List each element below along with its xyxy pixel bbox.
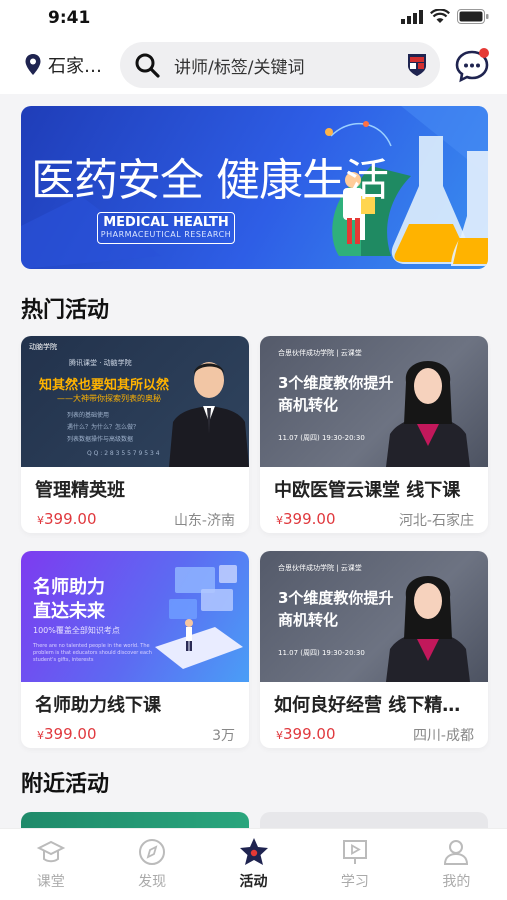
activity-card[interactable]: 合思伙伴成功学院 | 云课堂 3个维度教你提升 商机转化 11.07 (周四) … — [260, 551, 488, 748]
tab-classroom[interactable]: 课堂 — [0, 829, 101, 900]
activity-card[interactable]: 合思伙伴成功学院 | 云课堂 3个维度教你提升 商机转化 11.07 (周四) … — [260, 336, 488, 533]
promo-banner[interactable]: 医药安全 健康生活 MEDICAL HEALTH PHARMACEUTICAL … — [21, 106, 488, 269]
card-image-headline: 知其然也要知其所以然 — [39, 378, 170, 393]
card-image-item: 列表数据操作与高级数据 — [67, 436, 134, 443]
card-image-headline: 3个维度教你提升 — [278, 589, 394, 607]
card-image-subline: 商机转化 — [278, 611, 339, 629]
tab-activity[interactable]: 活动 — [203, 829, 304, 900]
card-location: 四川-成都 — [412, 728, 474, 744]
bottom-tab-bar: 课堂 发现 活动 学习 我的 — [0, 828, 507, 900]
tab-label: 活动 — [239, 874, 268, 890]
top-bar: 石家… 讲师/标签/关键词 — [0, 36, 507, 94]
banner-english-label: MEDICAL HEALTH PHARMACEUTICAL RESEARCH — [97, 212, 235, 244]
tab-label: 我的 — [442, 874, 471, 890]
card-location: 河北-石家庄 — [398, 513, 474, 529]
card-price: ¥399.00 — [37, 725, 97, 743]
location-pin-icon — [25, 54, 41, 75]
tab-profile[interactable]: 我的 — [406, 829, 507, 900]
card-image-quote: There are no talented people in the worl… — [33, 643, 152, 663]
play-board-icon — [342, 840, 367, 864]
section-title-nearby: 附近活动 — [21, 772, 110, 797]
banner-en-title: MEDICAL HEALTH — [103, 215, 229, 230]
tab-study[interactable]: 学习 — [304, 829, 405, 900]
card-title: 中欧医管云课堂 线下课 — [274, 480, 461, 501]
message-icon[interactable] — [453, 46, 491, 84]
battery-icon — [457, 9, 489, 24]
card-image-brand: 合思伙伴成功学院 | 云课堂 — [278, 564, 362, 572]
card-title: 名师助力线下课 — [35, 695, 161, 716]
search-input[interactable]: 讲师/标签/关键词 — [120, 42, 440, 88]
card-image: 动脑学院 腾讯课堂 · 动脑学院 知其然也要知其所以然 ——大神带你探索列表的奥… — [21, 336, 249, 467]
graduation-cap-icon — [36, 840, 65, 863]
lecturer-photo — [169, 362, 249, 467]
card-image-line: 腾讯课堂 · 动脑学院 — [69, 359, 132, 367]
wifi-icon — [430, 9, 450, 23]
shield-badge-icon[interactable] — [406, 52, 428, 78]
search-placeholder: 讲师/标签/关键词 — [174, 57, 305, 78]
card-image: 名师助力 直达未来 100%覆盖全部知识考点 There are no tale… — [21, 551, 249, 682]
lecturer-photo — [386, 361, 470, 467]
screens-illustration — [155, 565, 243, 669]
star-icon — [239, 838, 268, 865]
card-image-brand: 动脑学院 — [29, 343, 57, 351]
card-image-subline: ——大神带你探索列表的奥秘 — [57, 394, 161, 403]
user-icon — [444, 840, 469, 865]
activity-card[interactable]: 动脑学院 腾讯课堂 · 动脑学院 知其然也要知其所以然 ——大神带你探索列表的奥… — [21, 336, 249, 533]
signal-icon — [401, 9, 423, 24]
location-label: 石家… — [48, 56, 102, 77]
card-image-subline: 直达未来 — [33, 601, 105, 622]
location-selector[interactable]: 石家… — [24, 52, 102, 78]
card-image-item: 遇什么？为什么？怎么做？ — [67, 424, 140, 431]
card-location: 山东-济南 — [173, 513, 235, 529]
card-price: ¥399.00 — [37, 510, 97, 528]
card-image: 合思伙伴成功学院 | 云课堂 3个维度教你提升 商机转化 11.07 (周四) … — [260, 336, 488, 467]
card-price: ¥399.00 — [276, 510, 336, 528]
lecturer-photo — [386, 576, 470, 682]
status-time: 9:41 — [48, 8, 91, 28]
card-image-date: 11.07 (周四) 19:30-20:30 — [278, 434, 365, 442]
status-icons — [401, 9, 489, 24]
card-image-headline: 3个维度教你提升 — [278, 374, 394, 392]
card-image-subline: 商机转化 — [278, 396, 339, 414]
card-title: 如何良好经营 线下精… — [274, 695, 461, 716]
tab-label: 学习 — [340, 874, 369, 890]
card-image-item: 列表的基础使用 — [67, 412, 110, 419]
card-image-date: 11.07 (周四) 19:30-20:30 — [278, 649, 365, 657]
card-participants: 3万 — [212, 728, 235, 744]
card-image-badge: Q Q : 2 8 3 5 5 7 9 5 3 4 — [87, 450, 160, 457]
card-image-caption: 100%覆盖全部知识考点 — [33, 626, 120, 635]
card-image: 合思伙伴成功学院 | 云课堂 3个维度教你提升 商机转化 11.07 (周四) … — [260, 551, 488, 682]
card-image-headline: 名师助力 — [33, 577, 105, 598]
tab-label: 课堂 — [36, 874, 65, 890]
card-image-brand: 合思伙伴成功学院 | 云课堂 — [278, 349, 362, 357]
card-price: ¥399.00 — [276, 725, 336, 743]
tab-label: 发现 — [138, 874, 167, 890]
search-icon — [135, 53, 160, 78]
tab-discover[interactable]: 发现 — [101, 829, 202, 900]
section-title-hot: 热门活动 — [21, 298, 110, 323]
card-title: 管理精英班 — [35, 480, 125, 501]
banner-en-subtitle: PHARMACEUTICAL RESEARCH — [100, 230, 232, 239]
compass-icon — [139, 839, 166, 865]
banner-title: 医药安全 健康生活 — [31, 155, 389, 206]
activity-card[interactable]: 名师助力 直达未来 100%覆盖全部知识考点 There are no tale… — [21, 551, 249, 748]
status-bar: 9:41 — [0, 0, 507, 36]
